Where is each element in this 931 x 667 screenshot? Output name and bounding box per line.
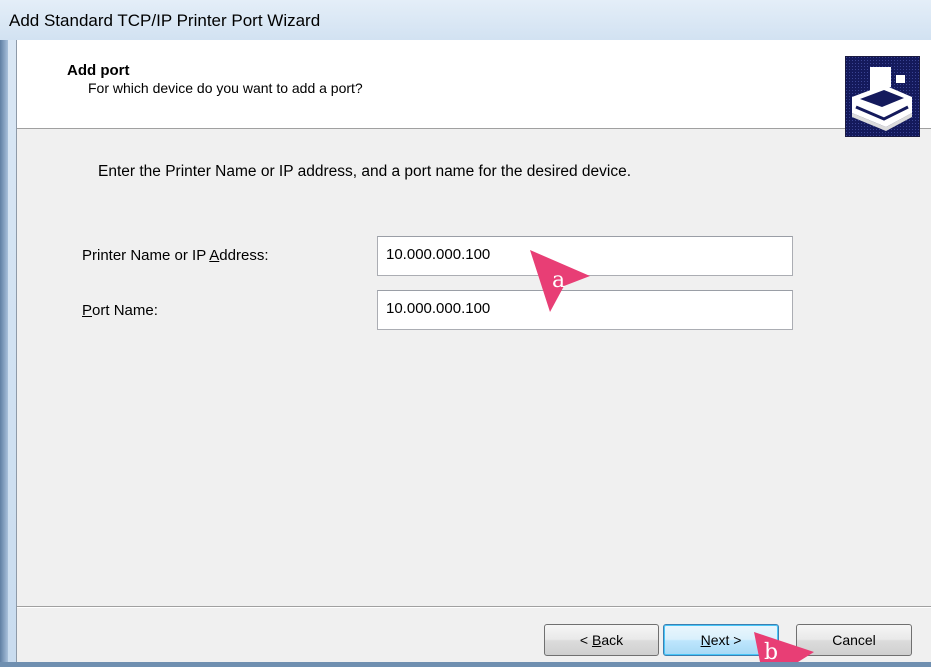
back-button-prefix: < (579, 632, 592, 648)
printer-port-icon (845, 56, 920, 137)
printer-name-label: Printer Name or IP Address: (82, 247, 269, 264)
window-title: Add Standard TCP/IP Printer Port Wizard (9, 11, 321, 30)
port-name-label: Port Name: (82, 302, 158, 319)
wizard-header: Add port For which device do you want to… (17, 40, 931, 137)
port-name-input-value: 10.000.000.100 (386, 300, 491, 317)
annotation-marker-b-label: b (764, 640, 779, 665)
page-subtitle: For which device do you want to add a po… (88, 80, 363, 96)
back-button-accelerator: B (591, 632, 602, 648)
back-button-label: ack (601, 632, 624, 648)
back-button[interactable]: < Back (544, 624, 659, 656)
printer-name-input-value: 10.000.000.100 (386, 246, 491, 263)
wizard-client-area: Add port For which device do you want to… (16, 40, 931, 662)
next-button-accelerator: N (700, 632, 711, 648)
printer-name-label-accelerator: A (209, 247, 220, 264)
page-title: Add port (67, 62, 130, 79)
wizard-window: Add Standard TCP/IP Printer Port Wizard … (0, 0, 931, 662)
annotation-marker-a: a (526, 246, 598, 314)
port-name-label-accelerator: P (82, 302, 93, 319)
port-name-label-text: ort Name: (92, 302, 158, 319)
printer-name-label-text-end: ddress: (219, 247, 269, 264)
footer-separator (17, 606, 931, 608)
printer-name-label-text: Printer Name or IP (82, 247, 210, 264)
instructions-text: Enter the Printer Name or IP address, an… (98, 163, 632, 180)
title-bar[interactable]: Add Standard TCP/IP Printer Port Wizard (0, 0, 931, 40)
annotation-marker-a-label: a (552, 268, 566, 293)
next-button-label: ext > (710, 632, 742, 648)
cancel-button-label: Cancel (832, 632, 876, 648)
annotation-marker-b: b (750, 630, 818, 665)
window-left-border (0, 0, 8, 662)
